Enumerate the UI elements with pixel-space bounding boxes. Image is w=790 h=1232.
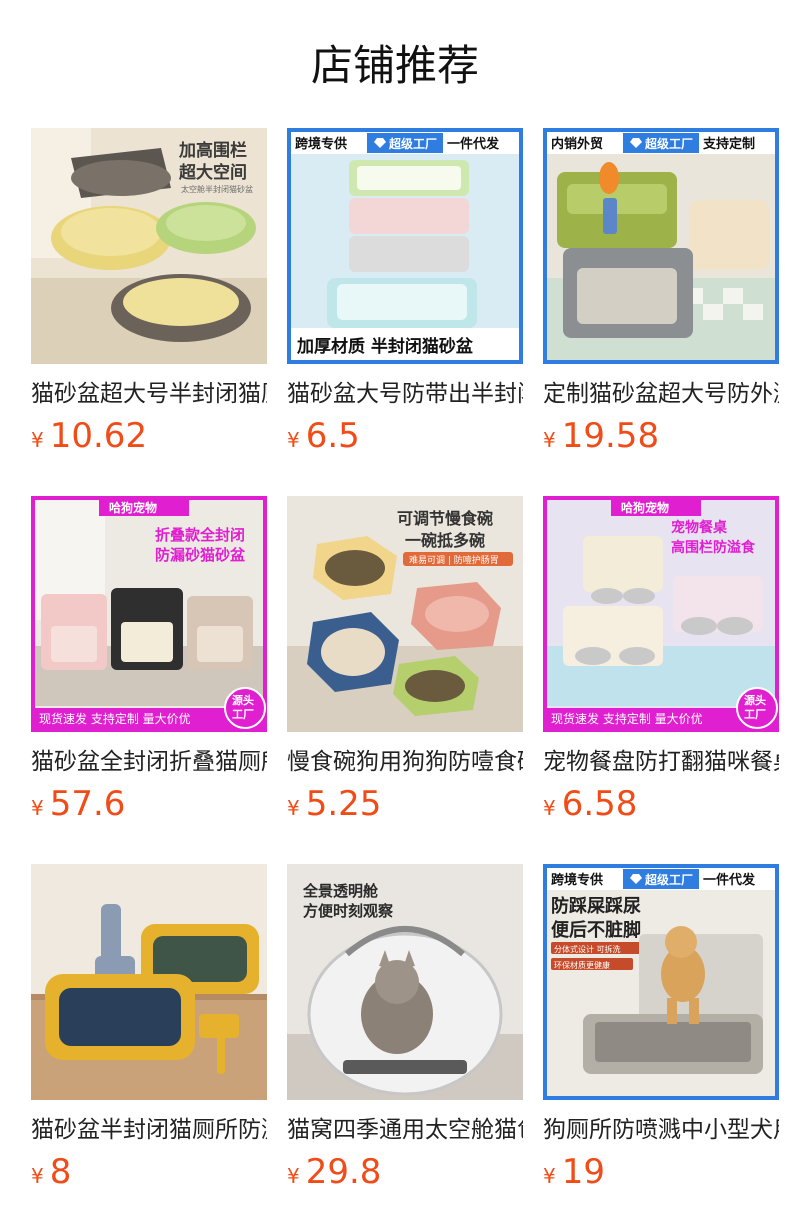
price-value: 19 xyxy=(561,1152,605,1192)
product-card[interactable]: 全景透明舱 方便时刻观察 猫窝四季通用太空舱猫包 ¥29.8 xyxy=(287,864,523,1200)
product-name[interactable]: 定制猫砂盆超大号防外溅 xyxy=(543,378,779,410)
image-caption: 源头 xyxy=(744,693,766,707)
image-caption: 加厚材质 半封闭猫砂盆 xyxy=(296,336,474,357)
product-price: ¥8 xyxy=(31,1152,267,1198)
product-price: ¥19 xyxy=(543,1152,779,1198)
image-caption: 一件代发 xyxy=(447,136,500,152)
product-name[interactable]: 狗厕所防喷溅中小型犬用 xyxy=(543,1114,779,1146)
product-card[interactable]: 跨境专供 超级工厂 一件代发 防踩屎踩尿 便后不脏脚 分体式设计 可拆洗 环保材… xyxy=(543,864,779,1200)
image-caption: 分体式设计 可拆洗 xyxy=(554,944,621,954)
price-value: 19.58 xyxy=(561,416,660,456)
price-value: 29.8 xyxy=(305,1152,382,1192)
currency-symbol: ¥ xyxy=(31,1164,44,1188)
product-name[interactable]: 猫砂盆超大号半封闭猫厕所 xyxy=(31,378,267,410)
product-price: ¥10.62 xyxy=(31,416,267,462)
image-caption: 哈狗宠物 xyxy=(621,500,669,515)
product-card[interactable]: 猫砂盆半封闭猫厕所防溅 ¥8 xyxy=(31,864,267,1200)
image-caption: 跨境专供 xyxy=(551,872,603,888)
product-card[interactable]: 跨境专供 超级工厂 一件代发 加厚材质 半封闭猫砂盆 猫砂盆大号防带出半封闭 ¥… xyxy=(287,128,523,464)
image-caption: 一碗抵多碗 xyxy=(405,531,485,550)
product-name[interactable]: 猫砂盆大号防带出半封闭 xyxy=(287,378,523,410)
image-caption: 超级工厂 xyxy=(388,136,437,151)
product-name[interactable]: 猫砂盆全封闭折叠猫厕所 xyxy=(31,746,267,778)
product-price: ¥57.6 xyxy=(31,784,267,830)
price-value: 6.5 xyxy=(305,416,360,456)
image-caption: 可调节慢食碗 xyxy=(397,509,493,528)
currency-symbol: ¥ xyxy=(31,796,44,820)
currency-symbol: ¥ xyxy=(287,1164,300,1188)
image-caption: 加高围栏 xyxy=(178,140,247,161)
product-card[interactable]: 可调节慢食碗 一碗抵多碗 难易可调 | 防噎护肠胃 慢食碗狗用狗狗防噎食碗 ¥5 xyxy=(287,496,523,832)
product-image[interactable]: 哈狗宠物 折叠款全封闭 防漏砂猫砂盆 现货速发 支持定制 量大价优 源头 工厂 xyxy=(31,496,267,732)
image-caption: 高围栏防溢食 xyxy=(671,539,756,556)
product-price: ¥6.58 xyxy=(543,784,779,830)
currency-symbol: ¥ xyxy=(287,428,300,452)
price-value: 5.25 xyxy=(305,784,382,824)
image-caption: 工厂 xyxy=(232,708,254,721)
product-image[interactable]: 内销外贸 超级工厂 支持定制 xyxy=(543,128,779,364)
product-card[interactable]: 哈狗宠物 折叠款全封闭 防漏砂猫砂盆 现货速发 支持定制 量大价优 源头 工厂 … xyxy=(31,496,267,832)
product-card[interactable]: 加高围栏 超大空间 太空舱半封闭猫砂盆 猫砂盆超大号半封闭猫厕所 ¥10.62 xyxy=(31,128,267,464)
image-caption: 防踩屎踩尿 xyxy=(551,895,641,917)
image-caption: 难易可调 | 防噎护肠胃 xyxy=(409,554,499,566)
image-caption: 太空舱半封闭猫砂盆 xyxy=(181,184,253,194)
image-caption: 现货速发 支持定制 量大价优 xyxy=(551,711,703,726)
image-caption: 便后不脏脚 xyxy=(551,919,641,941)
image-caption: 内销外贸 xyxy=(551,136,603,152)
currency-symbol: ¥ xyxy=(543,796,556,820)
product-image[interactable]: 哈狗宠物 宠物餐桌 高围栏防溢食 现货速发 支持定制 量大价优 源头 工厂 xyxy=(543,496,779,732)
product-image[interactable]: 跨境专供 超级工厂 一件代发 加厚材质 半封闭猫砂盆 xyxy=(287,128,523,364)
page-title: 店铺推荐 xyxy=(310,41,479,90)
image-caption: 一件代发 xyxy=(703,872,756,888)
product-image[interactable] xyxy=(31,864,267,1100)
image-caption: 超大空间 xyxy=(179,162,247,183)
price-value: 57.6 xyxy=(49,784,126,824)
product-image[interactable]: 跨境专供 超级工厂 一件代发 防踩屎踩尿 便后不脏脚 分体式设计 可拆洗 环保材… xyxy=(543,864,779,1100)
product-image[interactable]: 全景透明舱 方便时刻观察 xyxy=(287,864,523,1100)
image-caption: 支持定制 xyxy=(702,136,755,152)
price-value: 6.58 xyxy=(561,784,638,824)
currency-symbol: ¥ xyxy=(543,428,556,452)
product-price: ¥6.5 xyxy=(287,416,523,462)
product-card[interactable]: 内销外贸 超级工厂 支持定制 定制猫砂盆超大号防外溅 ¥19.58 xyxy=(543,128,779,464)
image-caption: 跨境专供 xyxy=(295,136,347,152)
image-caption: 现货速发 支持定制 量大价优 xyxy=(39,711,191,726)
product-name[interactable]: 宠物餐盘防打翻猫咪餐桌 xyxy=(543,746,779,778)
product-name[interactable]: 慢食碗狗用狗狗防噎食碗 xyxy=(287,746,523,778)
product-card[interactable]: 哈狗宠物 宠物餐桌 高围栏防溢食 现货速发 支持定制 量大价优 源头 工厂 宠物… xyxy=(543,496,779,832)
product-name[interactable]: 猫窝四季通用太空舱猫包 xyxy=(287,1114,523,1146)
product-image[interactable]: 加高围栏 超大空间 太空舱半封闭猫砂盆 xyxy=(31,128,267,364)
currency-symbol: ¥ xyxy=(287,796,300,820)
image-caption: 防漏砂猫砂盆 xyxy=(155,546,246,564)
image-caption: 哈狗宠物 xyxy=(109,500,157,515)
product-price: ¥29.8 xyxy=(287,1152,523,1198)
product-price: ¥19.58 xyxy=(543,416,779,462)
image-caption: 折叠款全封闭 xyxy=(155,526,245,544)
product-image[interactable]: 可调节慢食碗 一碗抵多碗 难易可调 | 防噎护肠胃 xyxy=(287,496,523,732)
currency-symbol: ¥ xyxy=(31,428,44,452)
price-value: 10.62 xyxy=(49,416,148,456)
image-caption: 全景透明舱 xyxy=(302,882,379,900)
image-caption: 环保材质更健康 xyxy=(554,960,610,970)
image-caption: 宠物餐桌 xyxy=(671,519,728,536)
image-caption: 超级工厂 xyxy=(644,872,693,887)
price-value: 8 xyxy=(49,1152,72,1192)
currency-symbol: ¥ xyxy=(543,1164,556,1188)
image-caption: 超级工厂 xyxy=(644,136,693,151)
image-caption: 方便时刻观察 xyxy=(303,902,394,920)
image-caption: 工厂 xyxy=(744,708,766,721)
image-caption: 源头 xyxy=(232,693,254,707)
product-price: ¥5.25 xyxy=(287,784,523,830)
product-grid: 加高围栏 超大空间 太空舱半封闭猫砂盆 猫砂盆超大号半封闭猫厕所 ¥10.62 … xyxy=(31,128,779,1200)
product-name[interactable]: 猫砂盆半封闭猫厕所防溅 xyxy=(31,1114,267,1146)
